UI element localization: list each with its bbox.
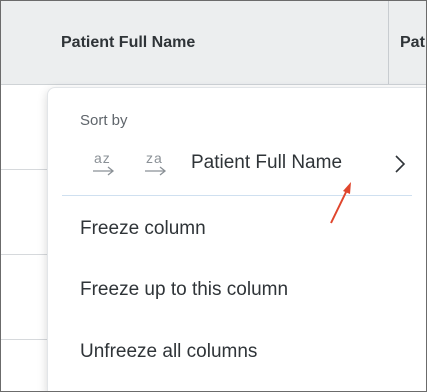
- menu-divider: [62, 195, 412, 196]
- freeze-up-to-column-item[interactable]: Freeze up to this column: [80, 279, 288, 301]
- arrow-right-icon: [145, 166, 167, 176]
- column-header-next[interactable]: Pat: [400, 1, 425, 84]
- freeze-column-item[interactable]: Freeze column: [80, 218, 206, 240]
- sort-row[interactable]: az za Patient Full Name: [78, 146, 418, 182]
- row-divider: [1, 169, 47, 170]
- sort-descending-icon-text: za: [146, 150, 163, 166]
- arrow-right-icon: [93, 166, 115, 176]
- row-divider: [1, 339, 47, 340]
- data-grid: Patient Full Name Pat Sort by az za Pati…: [0, 0, 427, 392]
- column-header-patient-full-name[interactable]: Patient Full Name: [61, 1, 195, 84]
- row-divider: [1, 254, 47, 255]
- unfreeze-all-columns-item[interactable]: Unfreeze all columns: [80, 341, 257, 363]
- annotation-arrow-icon: [330, 182, 351, 224]
- sort-field-name: Patient Full Name: [191, 152, 343, 173]
- chevron-right-icon[interactable]: [393, 153, 407, 175]
- grid-header: Patient Full Name Pat: [1, 1, 426, 85]
- sort-ascending-icon[interactable]: az: [92, 150, 122, 180]
- sort-ascending-icon-text: az: [94, 150, 111, 166]
- sort-descending-icon[interactable]: za: [144, 150, 174, 180]
- column-options-menu: Sort by az za Patient Full Name Freeze c…: [47, 87, 426, 391]
- sort-by-label: Sort by: [80, 112, 128, 129]
- column-divider[interactable]: [388, 1, 389, 84]
